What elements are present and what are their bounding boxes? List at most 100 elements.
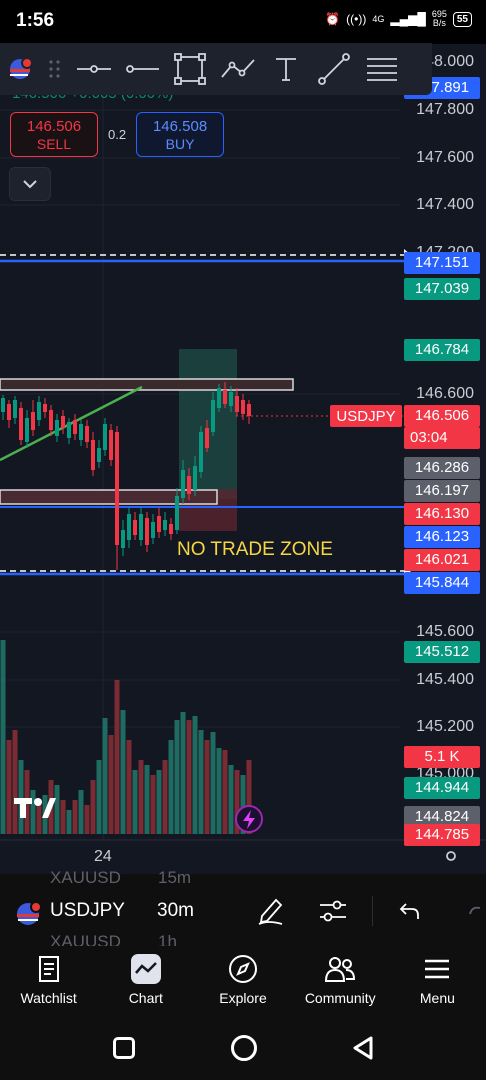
flash-icon[interactable] <box>235 805 263 833</box>
horizontal-ray-icon[interactable] <box>70 43 118 95</box>
candle <box>127 514 131 540</box>
battery-icon: 55 <box>452 11 472 27</box>
nav-label: Explore <box>219 990 267 1006</box>
price-tag: 146.784 <box>404 339 480 361</box>
interval-prev: 15m <box>158 868 192 887</box>
candle <box>61 416 65 428</box>
nav-chart[interactable]: Chart <box>97 946 194 1018</box>
buy-button[interactable]: 146.508 BUY <box>136 112 225 157</box>
resistance-zone <box>0 378 294 391</box>
candle <box>97 448 101 462</box>
price-tag: 146.197 <box>404 480 480 502</box>
volume-bar <box>96 760 102 834</box>
redo-icon[interactable] <box>464 904 486 929</box>
sell-button[interactable]: 146.506 SELL <box>10 112 98 157</box>
nav-explore[interactable]: Explore <box>194 946 291 1018</box>
nav-label: Watchlist <box>20 990 77 1006</box>
price-tag: 147.039 <box>404 278 480 300</box>
undo-icon[interactable] <box>398 900 422 927</box>
recents-button[interactable] <box>113 1037 135 1059</box>
candle <box>49 410 53 430</box>
sell-price: 146.506 <box>26 118 82 135</box>
buy-price: 146.508 <box>152 118 208 135</box>
candle <box>139 514 143 540</box>
horizontal-line-icon[interactable] <box>118 43 166 95</box>
volume-bar <box>66 810 72 834</box>
hotspot-icon: ((•)) <box>346 12 367 26</box>
nav-community[interactable]: Community <box>292 946 389 1018</box>
nav-label: Chart <box>128 990 163 1006</box>
symbol-prev: XAUUSD <box>50 868 121 887</box>
candle <box>37 402 41 420</box>
volume-bar <box>108 735 114 834</box>
candle <box>55 420 59 436</box>
volume-bar <box>84 805 90 834</box>
volume-bar <box>180 712 186 834</box>
text-icon[interactable] <box>262 43 310 95</box>
nav-menu[interactable]: Menu <box>389 946 486 1018</box>
candle <box>19 408 23 440</box>
candle <box>175 496 179 530</box>
candle <box>151 522 155 538</box>
path-icon[interactable] <box>214 43 262 95</box>
interval-selector[interactable]: 30m <box>157 900 194 922</box>
compass-icon <box>194 954 291 984</box>
nav-label: Menu <box>419 990 455 1006</box>
community-icon <box>292 954 389 984</box>
rectangle-icon[interactable] <box>166 43 214 95</box>
volume-bar <box>174 720 180 834</box>
flag-icon[interactable] <box>0 43 40 95</box>
signal-icon: ▂▄▆█ <box>390 12 426 26</box>
volume-bar <box>144 765 150 834</box>
pencil-icon[interactable] <box>256 896 284 931</box>
price-tag: 146.021 <box>404 549 480 571</box>
volume-bar <box>210 732 216 834</box>
candle <box>205 428 209 448</box>
volume-bar <box>216 748 222 834</box>
candle <box>229 392 233 406</box>
candle <box>67 422 71 438</box>
candle <box>241 400 245 414</box>
price-tag: 146.506 <box>404 405 480 427</box>
candle <box>133 520 137 535</box>
buy-label: BUY <box>165 136 195 152</box>
back-button[interactable] <box>352 1035 374 1066</box>
candle <box>223 390 227 404</box>
candle <box>31 412 35 430</box>
volume-bar <box>204 740 210 834</box>
menu-icon[interactable] <box>358 43 406 95</box>
volume-bar <box>78 790 84 834</box>
indicators-icon[interactable] <box>318 898 348 929</box>
drag-handle-icon[interactable] <box>40 43 70 95</box>
trend-line-icon[interactable] <box>310 43 358 95</box>
candle <box>1 398 5 412</box>
candle <box>85 426 89 442</box>
volume-bar <box>90 780 96 834</box>
candle <box>103 424 107 450</box>
volume-bar <box>162 760 168 834</box>
clock: 1:56 <box>16 10 55 31</box>
watchlist-icon <box>0 954 97 984</box>
candle <box>247 404 251 416</box>
price-tag: 145.844 <box>404 572 480 594</box>
spread: 0.2 <box>108 127 127 142</box>
candle <box>211 400 215 432</box>
symbol-selector[interactable]: USDJPY <box>50 900 125 922</box>
candle <box>73 420 77 434</box>
candle <box>181 470 185 498</box>
volume-bar <box>30 790 36 834</box>
candle <box>145 518 149 545</box>
y-axis-tick: 147.800 <box>416 101 474 118</box>
price-tag: 144.785 <box>404 824 480 846</box>
volume-bar <box>54 785 60 834</box>
y-axis-tick: 145.200 <box>416 718 474 735</box>
y-axis-tick: 147.400 <box>416 196 474 213</box>
nav-watchlist[interactable]: Watchlist <box>0 946 97 1018</box>
candle <box>157 516 161 532</box>
candle <box>7 404 11 420</box>
collapse-button[interactable] <box>9 167 51 201</box>
x-axis-label: 24 <box>94 848 112 865</box>
home-button[interactable] <box>231 1035 257 1061</box>
candle <box>169 524 173 534</box>
system-nav <box>0 1018 486 1080</box>
